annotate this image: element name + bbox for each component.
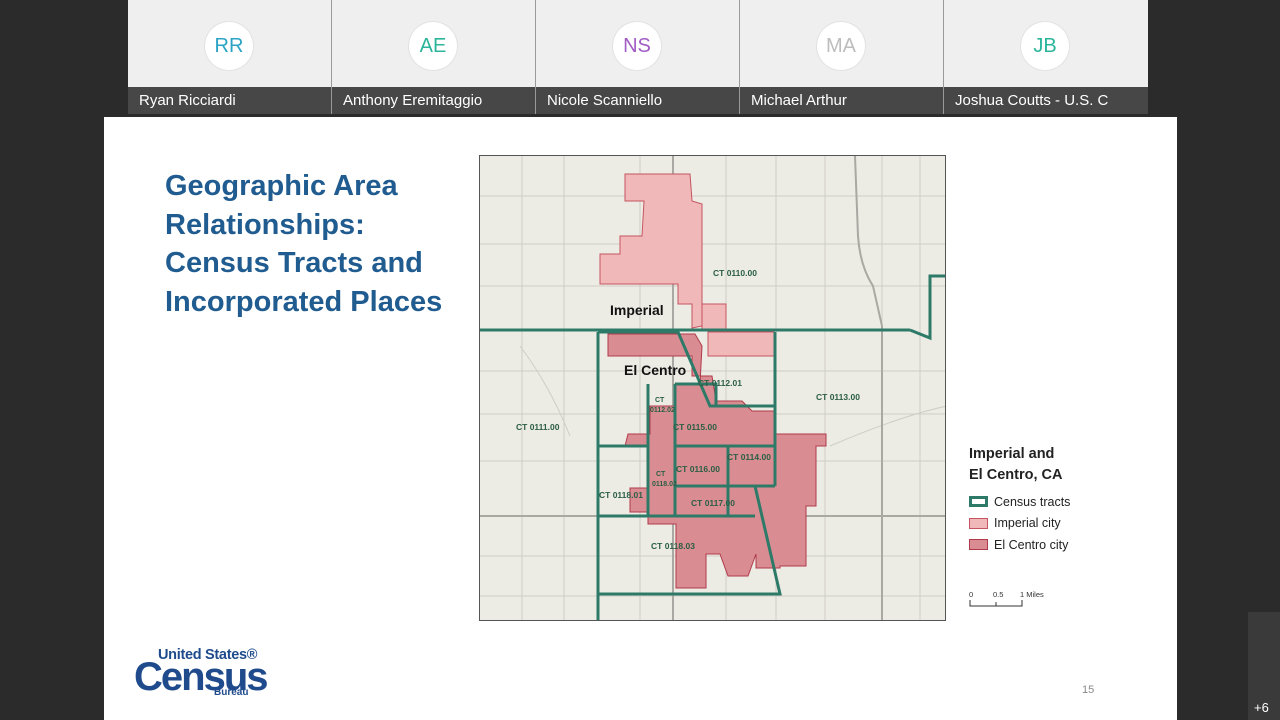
tract-label: CT (655, 397, 665, 404)
participant-tile[interactable]: RR Ryan Ricciardi (128, 0, 332, 114)
tract-label: 0118.02 (652, 481, 677, 488)
avatar: JB (1021, 22, 1069, 70)
el-centro-label: El Centro (624, 362, 686, 378)
legend-label: Imperial city (994, 516, 1061, 531)
more-participants-count[interactable]: +6 (1254, 700, 1269, 715)
scale-tick-half: 0.5 (993, 590, 1004, 599)
avatar: AE (409, 22, 457, 70)
el-centro-city-swatch (969, 539, 988, 551)
census-tract-swatch (969, 496, 988, 508)
scale-bar-line (969, 600, 1023, 607)
avatar: RR (205, 22, 253, 70)
participant-tile[interactable]: AE Anthony Eremitaggio (332, 0, 536, 114)
tract-label: CT 0118.03 (651, 541, 695, 551)
tract-label: CT 0116.00 (676, 464, 720, 474)
participant-name: Anthony Eremitaggio (332, 87, 535, 114)
map-scale-bar: 0 0.5 1 Miles (969, 590, 1049, 614)
participant-name: Joshua Coutts - U.S. C (944, 87, 1148, 114)
avatar: MA (817, 22, 865, 70)
tract-label: CT 0112.01 (698, 378, 742, 388)
legend-item-imperial-city: Imperial city (969, 513, 1159, 535)
tract-label: CT 0113.00 (816, 392, 860, 402)
slide-page-number: 15 (1082, 684, 1095, 696)
map-legend: Imperial and El Centro, CA Census tracts… (969, 444, 1159, 556)
tract-label: CT 0117.00 (691, 498, 735, 508)
logo-bureau: Bureau (214, 687, 249, 698)
participant-tile[interactable]: JB Joshua Coutts - U.S. C (944, 0, 1148, 114)
imperial-label: Imperial (610, 302, 664, 318)
legend-label: Census tracts (994, 494, 1071, 509)
participant-strip: RR Ryan Ricciardi AE Anthony Eremitaggio… (128, 0, 1152, 114)
tract-label: CT (656, 471, 666, 478)
participant-tile[interactable]: MA Michael Arthur (740, 0, 944, 114)
participant-name: Michael Arthur (740, 87, 943, 114)
tract-label: CT 0118.01 (599, 490, 643, 500)
shared-slide: Geographic Area Relationships: Census Tr… (104, 117, 1177, 720)
participant-name: Ryan Ricciardi (128, 87, 331, 114)
legend-item-census-tracts: Census tracts (969, 491, 1159, 513)
scale-tick-0: 0 (969, 590, 974, 599)
imperial-city-swatch (969, 517, 988, 529)
tract-label: CT 0111.00 (516, 422, 560, 432)
legend-title: Imperial and El Centro, CA (969, 446, 1063, 483)
census-bureau-logo: United States® Census Bureau (134, 647, 268, 703)
tract-label: CT 0110.00 (713, 268, 757, 278)
legend-label: El Centro city (994, 537, 1069, 552)
tract-place-map: Imperial El Centro CT 0110.00 CT 0112.01… (479, 155, 946, 621)
legend-item-el-centro-city: El Centro city (969, 534, 1159, 556)
participant-tile[interactable]: NS Nicole Scanniello (536, 0, 740, 114)
tract-label: 0112.02 (650, 407, 675, 414)
scale-tick-1: 1 Miles (1020, 590, 1044, 599)
participant-name: Nicole Scanniello (536, 87, 739, 114)
tract-label: CT 0115.00 (673, 422, 717, 432)
avatar: NS (613, 22, 661, 70)
tract-label: CT 0114.00 (727, 452, 771, 462)
slide-title: Geographic Area Relationships: Census Tr… (165, 170, 443, 318)
